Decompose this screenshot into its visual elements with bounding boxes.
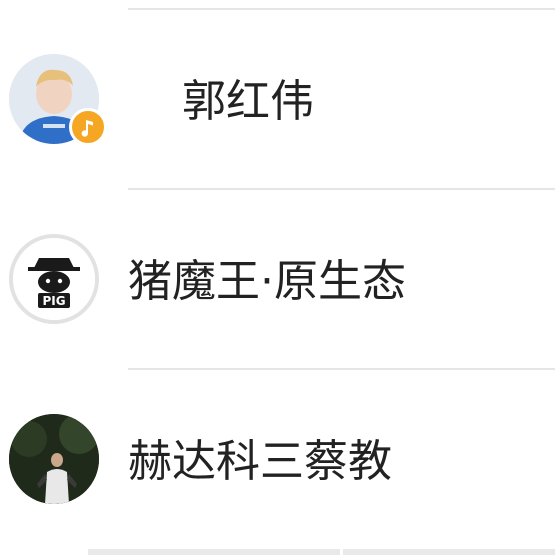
bottom-tab-bar bbox=[88, 549, 555, 555]
tab-separator bbox=[340, 549, 343, 555]
avatar[interactable]: PIG bbox=[9, 234, 99, 324]
person-dark-outdoor-avatar-icon bbox=[9, 414, 99, 504]
list-item[interactable]: 郭红伟 bbox=[0, 10, 555, 188]
contact-name: 猪魔王·原生态 bbox=[128, 256, 406, 307]
list-item[interactable]: 赫达科三蔡教 bbox=[0, 370, 555, 548]
pig-logo-avatar-icon: PIG bbox=[13, 238, 95, 320]
music-badge bbox=[69, 108, 107, 146]
contact-name: 郭红伟 bbox=[182, 76, 314, 127]
music-note-icon bbox=[81, 120, 93, 137]
list-item[interactable]: PIG 猪魔王·原生态 bbox=[0, 190, 555, 368]
pig-logo-text: PIG bbox=[42, 294, 65, 308]
contact-list: 郭红伟 PIG 猪魔王·原生态 赫达科三蔡教 bbox=[0, 0, 555, 555]
contact-name: 赫达科三蔡教 bbox=[128, 436, 392, 487]
avatar[interactable] bbox=[9, 414, 99, 504]
